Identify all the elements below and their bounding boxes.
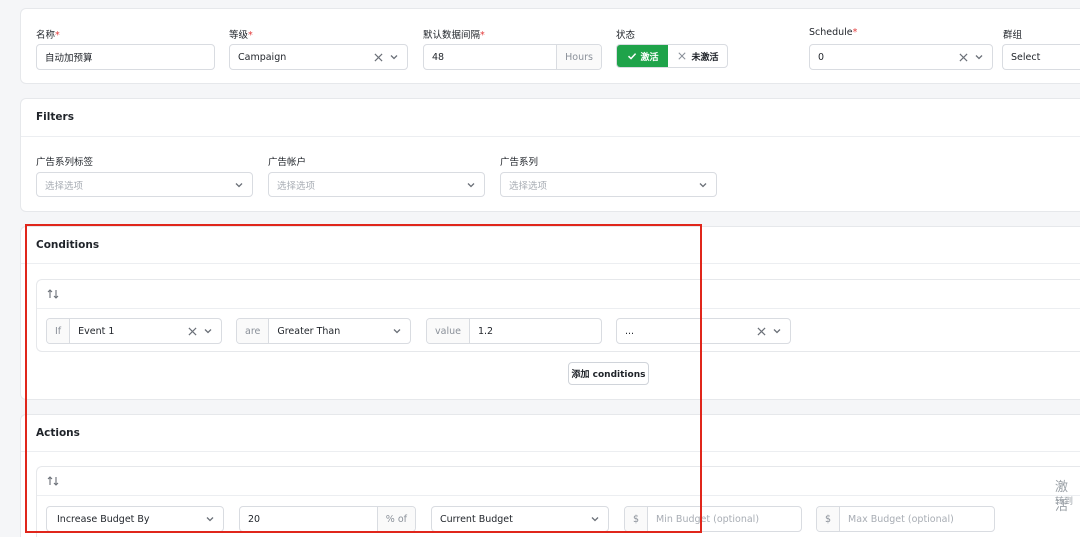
level-select-value: Campaign — [238, 51, 287, 63]
chevron-down-icon[interactable] — [972, 50, 986, 64]
chevron-down-icon[interactable] — [232, 178, 246, 192]
group-select[interactable]: Select — [1002, 44, 1080, 70]
filter-campaign-tag-placeholder: 选择选项 — [45, 180, 84, 192]
schedule-label-wrap: Schedule* — [809, 27, 857, 38]
chevron-down-icon[interactable] — [464, 178, 478, 192]
max-budget-placeholder: Max Budget (optional) — [848, 513, 954, 525]
required-mark: * — [55, 30, 60, 41]
check-icon — [626, 49, 638, 63]
interval-unit: Hours — [556, 45, 601, 69]
status-label: 状态 — [616, 30, 636, 41]
clear-icon[interactable] — [956, 50, 970, 64]
filter-campaign-select[interactable]: 选择选项 — [500, 172, 717, 197]
filter-campaign-tag-select[interactable]: 选择选项 — [36, 172, 253, 197]
clear-icon[interactable] — [371, 50, 385, 64]
status-active-button[interactable]: 激活 — [617, 45, 668, 67]
required-mark: * — [852, 27, 858, 38]
filters-divider — [21, 136, 1080, 137]
schedule-select[interactable]: 0 — [809, 44, 993, 70]
status-toggle-group: 激活 未激活 — [616, 44, 728, 68]
max-currency-prefix: $ — [817, 507, 841, 531]
name-label-wrap: 名称* — [36, 27, 60, 41]
group-label: 群组 — [1003, 30, 1023, 41]
filters-title: Filters — [36, 111, 74, 123]
interval-label: 默认数据间隔 — [423, 30, 481, 41]
activation-watermark-sub: 转到 — [1055, 497, 1074, 507]
clear-icon[interactable] — [754, 324, 768, 338]
name-input-value: 自动加预算 — [45, 53, 93, 64]
filter-campaign-placeholder: 选择选项 — [509, 180, 548, 192]
filter-label-ad-account: 广告帐户 — [268, 157, 307, 168]
level-label: 等级 — [229, 30, 249, 41]
interval-label-wrap: 默认数据间隔* — [423, 27, 485, 41]
chevron-down-icon[interactable] — [696, 178, 710, 192]
schedule-label: Schedule — [809, 27, 853, 38]
filter-label-campaign: 广告系列 — [500, 157, 539, 168]
close-icon — [676, 49, 688, 63]
level-select[interactable]: Campaign — [229, 44, 408, 70]
schedule-select-value: 0 — [818, 51, 825, 63]
status-inactive-label: 未激活 — [691, 52, 719, 63]
name-input[interactable]: 自动加预算 — [36, 44, 215, 70]
status-inactive-button[interactable]: 未激活 — [668, 45, 727, 67]
chevron-down-icon[interactable] — [770, 324, 784, 338]
chevron-down-icon[interactable] — [387, 50, 401, 64]
max-budget-input[interactable]: $ Max Budget (optional) — [816, 506, 995, 532]
filter-label-campaign-tag: 广告系列标签 — [36, 157, 94, 168]
required-mark: * — [480, 30, 485, 41]
filter-ad-account-placeholder: 选择选项 — [277, 180, 316, 192]
interval-input[interactable]: 48 Hours — [423, 44, 602, 70]
name-label: 名称 — [36, 30, 56, 41]
group-select-value: Select — [1011, 51, 1041, 63]
status-active-label: 激活 — [640, 52, 659, 63]
interval-input-value: 48 — [432, 51, 445, 63]
required-mark: * — [248, 30, 253, 41]
level-label-wrap: 等级* — [229, 27, 253, 41]
filter-ad-account-select[interactable]: 选择选项 — [268, 172, 485, 197]
highlight-box — [25, 224, 702, 533]
